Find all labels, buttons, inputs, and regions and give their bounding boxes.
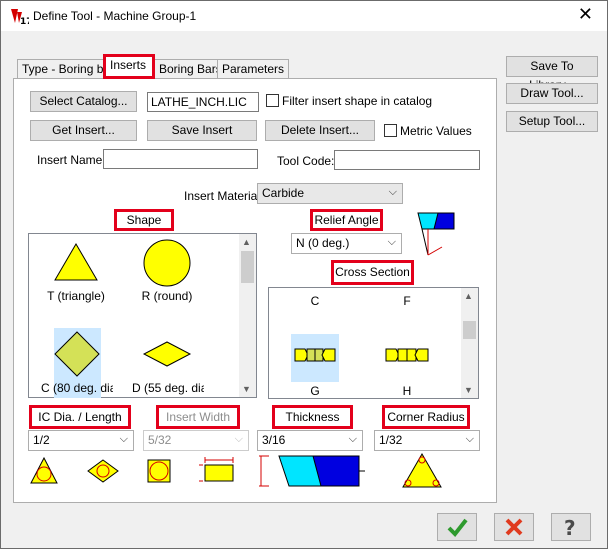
diamond-80-insert-icon: [54, 331, 100, 377]
svg-text:?: ?: [564, 516, 576, 540]
corner-radius-icon: [402, 452, 442, 488]
cancel-x-icon: [505, 518, 523, 536]
insert-material-value: Carbide: [262, 186, 305, 200]
ic-dia-length-value: 1/2: [33, 433, 50, 447]
cross-section-scrollbar[interactable]: ▲ ▼: [461, 288, 478, 398]
setup-tool-button[interactable]: Setup Tool...: [506, 111, 598, 132]
insert-width-icon: [199, 457, 234, 482]
shape-label: Shape: [114, 209, 174, 231]
insert-width-select: 5/32 ⌵: [143, 430, 249, 451]
thickness-icon: [259, 455, 365, 487]
shape-item-diamond-55[interactable]: D (55 deg. diamond): [132, 381, 204, 397]
cross-section-item-c[interactable]: C: [305, 294, 325, 308]
mastercam-app-icon: 17: [11, 9, 29, 25]
define-tool-dialog: 17 Define Tool - Machine Group-1 ✕ Type …: [0, 0, 608, 549]
scroll-up-icon[interactable]: ▲: [242, 237, 251, 247]
tab-label: Type - Boring bar: [22, 62, 115, 76]
ic-dia-length-label: IC Dia. / Length: [29, 405, 131, 429]
thickness-select[interactable]: 3/16 ⌵: [257, 430, 363, 451]
insert-name-input[interactable]: [103, 149, 258, 169]
chevron-down-icon: ⌵: [234, 433, 243, 445]
insert-name-label: Insert Name:: [37, 153, 106, 167]
ic-triangle-icon: [30, 456, 58, 484]
filter-shape-checkbox[interactable]: [266, 94, 279, 107]
insert-width-label: Insert Width: [156, 405, 240, 429]
diamond-55-insert-icon: [142, 341, 192, 367]
cross-section-item-g[interactable]: G: [305, 384, 325, 398]
get-insert-button[interactable]: Get Insert...: [30, 120, 137, 141]
shape-scrollbar[interactable]: ▲ ▼: [239, 234, 256, 397]
app-icon-text: 17: [20, 17, 29, 25]
metric-values-label: Metric Values: [400, 124, 472, 138]
select-catalog-button[interactable]: Select Catalog...: [30, 91, 137, 112]
insert-material-label: Insert Material: [184, 189, 261, 203]
tab-boring-bars[interactable]: Boring Bars: [154, 59, 227, 78]
round-insert-icon: [143, 239, 191, 287]
relief-angle-diagram-icon: [417, 212, 455, 256]
shape-item-round[interactable]: R (round): [132, 289, 202, 303]
ic-diamond-icon: [87, 459, 119, 483]
relief-angle-value: N (0 deg.): [296, 236, 350, 250]
help-button[interactable]: ?: [551, 513, 591, 541]
delete-insert-button[interactable]: Delete Insert...: [265, 120, 375, 141]
corner-radius-value: 1/32: [379, 433, 403, 447]
shape-item-triangle[interactable]: T (triangle): [41, 289, 111, 303]
relief-angle-select[interactable]: N (0 deg.) ⌵: [291, 233, 402, 254]
ok-button[interactable]: [437, 513, 477, 541]
triangle-insert-icon: [54, 243, 98, 281]
metric-values-checkbox[interactable]: [384, 124, 397, 137]
cross-section-h-icon: [385, 348, 429, 362]
save-insert-button[interactable]: Save Insert: [147, 120, 257, 141]
shape-item-diamond-80[interactable]: C (80 deg. diamond): [41, 381, 113, 397]
tab-inserts[interactable]: Inserts: [103, 54, 155, 79]
scroll-down-icon[interactable]: ▼: [242, 384, 251, 394]
cross-section-item-h[interactable]: H: [397, 384, 417, 398]
cross-section-item-f[interactable]: F: [397, 294, 417, 308]
draw-tool-button[interactable]: Draw Tool...: [506, 83, 598, 104]
title-bar: 17 Define Tool - Machine Group-1 ✕: [1, 1, 607, 31]
scroll-up-icon[interactable]: ▲: [464, 291, 473, 301]
tab-parameters[interactable]: Parameters: [217, 59, 290, 78]
close-icon[interactable]: ✕: [578, 4, 593, 25]
chevron-down-icon: ⌵: [387, 236, 396, 248]
filter-shape-label: Filter insert shape in catalog: [282, 94, 433, 108]
catalog-file-field[interactable]: LATHE_INCH.LIC: [147, 92, 259, 112]
chevron-down-icon: ⌵: [388, 186, 397, 198]
window-title: Define Tool - Machine Group-1: [33, 9, 197, 23]
cross-section-listbox[interactable]: C F G H ▲ ▼: [268, 287, 479, 399]
scroll-down-icon[interactable]: ▼: [464, 385, 473, 395]
tool-code-input[interactable]: [334, 150, 480, 170]
relief-angle-label: Relief Angle: [310, 209, 383, 231]
corner-radius-label: Corner Radius: [382, 405, 470, 429]
shape-listbox[interactable]: T (triangle) R (round) C (80 deg. diamon…: [28, 233, 257, 398]
tab-label: Inserts: [110, 58, 147, 72]
chevron-down-icon: ⌵: [348, 433, 357, 445]
corner-radius-select[interactable]: 1/32 ⌵: [374, 430, 480, 451]
cross-section-label: Cross Section: [331, 260, 414, 285]
help-question-icon: ?: [564, 516, 576, 540]
save-to-library-button[interactable]: Save To Library...: [506, 56, 598, 92]
tab-label: Boring Bars: [159, 62, 222, 76]
tab-label: Parameters: [222, 62, 285, 76]
chevron-down-icon: ⌵: [465, 433, 474, 445]
checkmark-icon: [447, 518, 468, 538]
scroll-thumb[interactable]: [241, 251, 254, 283]
ic-square-icon: [147, 459, 171, 483]
tool-code-label: Tool Code:: [277, 154, 335, 168]
insert-width-value: 5/32: [148, 433, 172, 447]
insert-material-select[interactable]: Carbide ⌵: [257, 183, 403, 204]
ic-dia-length-select[interactable]: 1/2 ⌵: [28, 430, 134, 451]
chevron-down-icon: ⌵: [119, 433, 128, 445]
cross-section-g-icon: [294, 348, 336, 362]
scroll-thumb[interactable]: [463, 321, 476, 339]
cancel-button[interactable]: [494, 513, 534, 541]
thickness-label: Thickness: [272, 405, 353, 429]
thickness-value: 3/16: [262, 433, 286, 447]
